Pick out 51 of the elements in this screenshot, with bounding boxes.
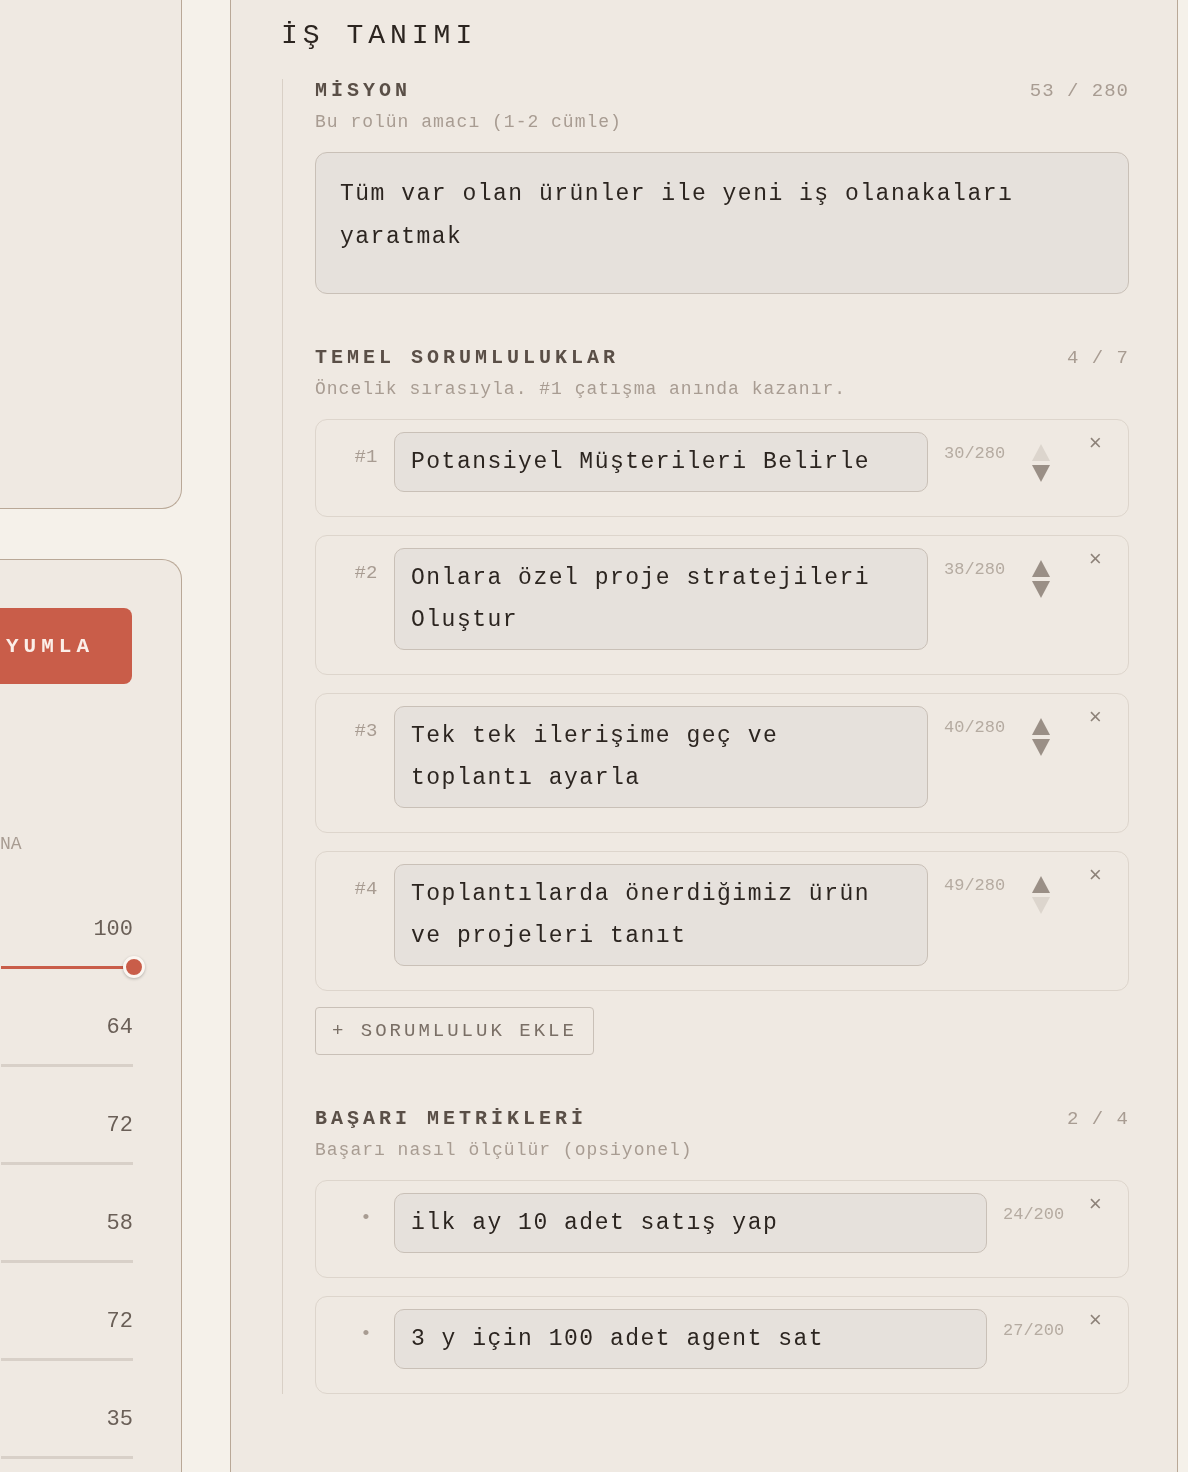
responsibility-input[interactable]: Toplantılarda önerdiğimiz ürün ve projeleri tanıt xyxy=(394,864,928,966)
slider-value: 72 xyxy=(106,1309,133,1334)
down-arrow-icon[interactable] xyxy=(1032,581,1051,598)
up-arrow-icon[interactable] xyxy=(1032,560,1051,577)
item-count: 53 / 280 xyxy=(1029,80,1129,102)
up-arrow-icon[interactable] xyxy=(1032,718,1051,735)
action-button[interactable]: YUMLA xyxy=(0,608,132,684)
bullet: • xyxy=(359,1206,373,1229)
priority-number: #2 xyxy=(353,561,379,584)
char-count: 27/200 xyxy=(1003,1320,1065,1340)
slider-value: 35 xyxy=(106,1407,133,1432)
remove-button[interactable]: × xyxy=(1084,1193,1106,1219)
responsibility-input[interactable]: Tek tek ilerişime geç ve toplantı ayarla xyxy=(394,706,928,808)
section-hint: Öncelik sırasıyla. #1 çatışma anında kazanır. xyxy=(315,379,848,399)
slider-value: 58 xyxy=(106,1211,133,1236)
metric-input[interactable]: ilk ay 10 adet satış yap xyxy=(394,1193,987,1253)
down-arrow-icon[interactable] xyxy=(1032,739,1051,756)
field-label: NA xyxy=(0,834,22,854)
page-title: İŞ TANIMI xyxy=(281,20,479,51)
down-arrow-icon[interactable] xyxy=(1032,465,1051,482)
responsibility-input[interactable]: Potansiyel Müşterileri Belirle xyxy=(394,432,928,492)
slider-value: 72 xyxy=(106,1113,133,1138)
slider-value: 64 xyxy=(106,1015,133,1040)
priority-number: #1 xyxy=(353,445,379,468)
section-title: BAŞARI METRİKLERİ xyxy=(315,1107,588,1130)
up-arrow-icon[interactable] xyxy=(1032,876,1051,893)
item-count: 2 / 4 xyxy=(1067,1108,1129,1130)
remove-button[interactable]: × xyxy=(1084,706,1106,732)
mission-input[interactable]: Tüm var olan ürünler ile yeni iş olanakaları yaratmak xyxy=(315,152,1129,294)
slider[interactable] xyxy=(1,956,145,978)
bullet: • xyxy=(359,1322,373,1345)
section-title: MİSYON xyxy=(315,79,411,102)
remove-button[interactable]: × xyxy=(1084,548,1106,574)
remove-button[interactable]: × xyxy=(1084,1309,1106,1335)
add-responsibility-button[interactable]: + SORUMLULUK EKLE xyxy=(315,1007,594,1055)
remove-button[interactable]: × xyxy=(1084,432,1106,458)
section-hint: Başarı nasıl ölçülür (opsiyonel) xyxy=(315,1140,694,1160)
remove-button[interactable]: × xyxy=(1084,864,1106,890)
char-count: 38/280 xyxy=(944,559,1006,579)
char-count: 30/280 xyxy=(944,443,1006,463)
item-count: 4 / 7 xyxy=(1067,347,1129,369)
char-count: 49/280 xyxy=(944,875,1006,895)
section-title: TEMEL SORUMLULUKLAR xyxy=(315,346,620,369)
slider-value: 100 xyxy=(93,917,133,942)
priority-number: #4 xyxy=(353,877,379,900)
section-hint: Bu rolün amacı (1-2 cümle) xyxy=(315,112,623,132)
char-count: 40/280 xyxy=(944,717,1006,737)
priority-number: #3 xyxy=(353,719,379,742)
char-count: 24/200 xyxy=(1003,1204,1065,1224)
metric-input[interactable]: 3 y için 100 adet agent sat xyxy=(394,1309,987,1369)
responsibility-input[interactable]: Onlara özel proje stratejileri Oluştur xyxy=(394,548,928,650)
